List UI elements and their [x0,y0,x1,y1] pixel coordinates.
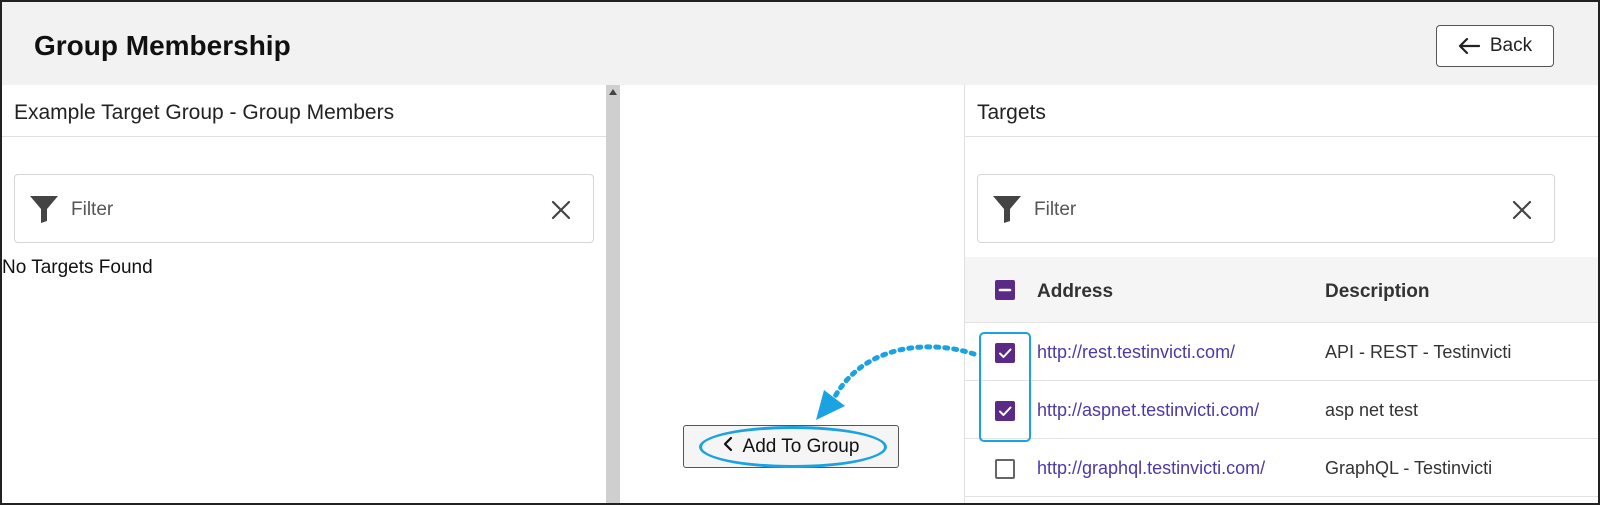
page-header: Group Membership Back [2,2,1598,85]
back-button[interactable]: Back [1436,25,1554,67]
row-checkbox[interactable] [995,343,1015,363]
chevron-left-icon [723,436,733,458]
page-title: Group Membership [34,30,291,61]
minus-icon [998,288,1012,292]
check-icon [999,406,1012,416]
select-all-checkbox[interactable] [995,280,1015,300]
targets-panel: Targets Filter Address Description http:… [964,85,1598,503]
scroll-up-icon[interactable] [609,89,617,95]
target-description: asp net test [1325,400,1419,420]
row-checkbox[interactable] [995,459,1015,479]
row-checkbox[interactable] [995,401,1015,421]
panel-divider [2,136,606,137]
targets-title: Targets [977,101,1046,124]
filter-icon [992,194,1022,229]
targets-filter[interactable]: Filter [977,174,1555,243]
targets-filter-placeholder: Filter [1034,199,1077,220]
check-icon [999,348,1012,358]
group-members-filter-placeholder: Filter [71,199,114,220]
column-header-description[interactable]: Description [1325,281,1430,303]
group-members-filter[interactable]: Filter [14,174,594,243]
close-icon[interactable] [1511,199,1533,221]
add-to-group-label: Add To Group [742,435,860,457]
table-row[interactable]: http://aspnet.testinvicti.com/ asp net t… [965,381,1598,439]
target-description: API - REST - Testinvicti [1325,342,1512,362]
arrow-left-icon [1458,37,1480,55]
table-row[interactable]: http://graphql.testinvicti.com/ GraphQL … [965,439,1598,497]
targets-table-header: Address Description [965,257,1598,323]
close-icon[interactable] [550,199,572,221]
scrollbar[interactable] [606,85,620,503]
filter-icon [29,194,59,229]
add-to-group-button[interactable]: Add To Group [683,425,899,468]
target-address-link[interactable]: http://aspnet.testinvicti.com/ [1037,400,1259,421]
app-window: Group Membership Back Example Target Gro… [0,0,1600,505]
back-button-label: Back [1489,35,1533,56]
target-address-link[interactable]: http://rest.testinvicti.com/ [1037,342,1235,363]
group-members-title: Example Target Group - Group Members [14,101,395,124]
target-description: GraphQL - Testinvicti [1325,458,1493,478]
target-address-link[interactable]: http://graphql.testinvicti.com/ [1037,458,1265,479]
table-row[interactable]: http://rest.testinvicti.com/ API - REST … [965,323,1598,381]
column-header-address[interactable]: Address [1037,281,1113,303]
group-members-panel: Example Target Group - Group Members Fil… [2,85,606,503]
empty-state-text: No Targets Found [2,257,153,278]
panel-divider [965,136,1598,137]
